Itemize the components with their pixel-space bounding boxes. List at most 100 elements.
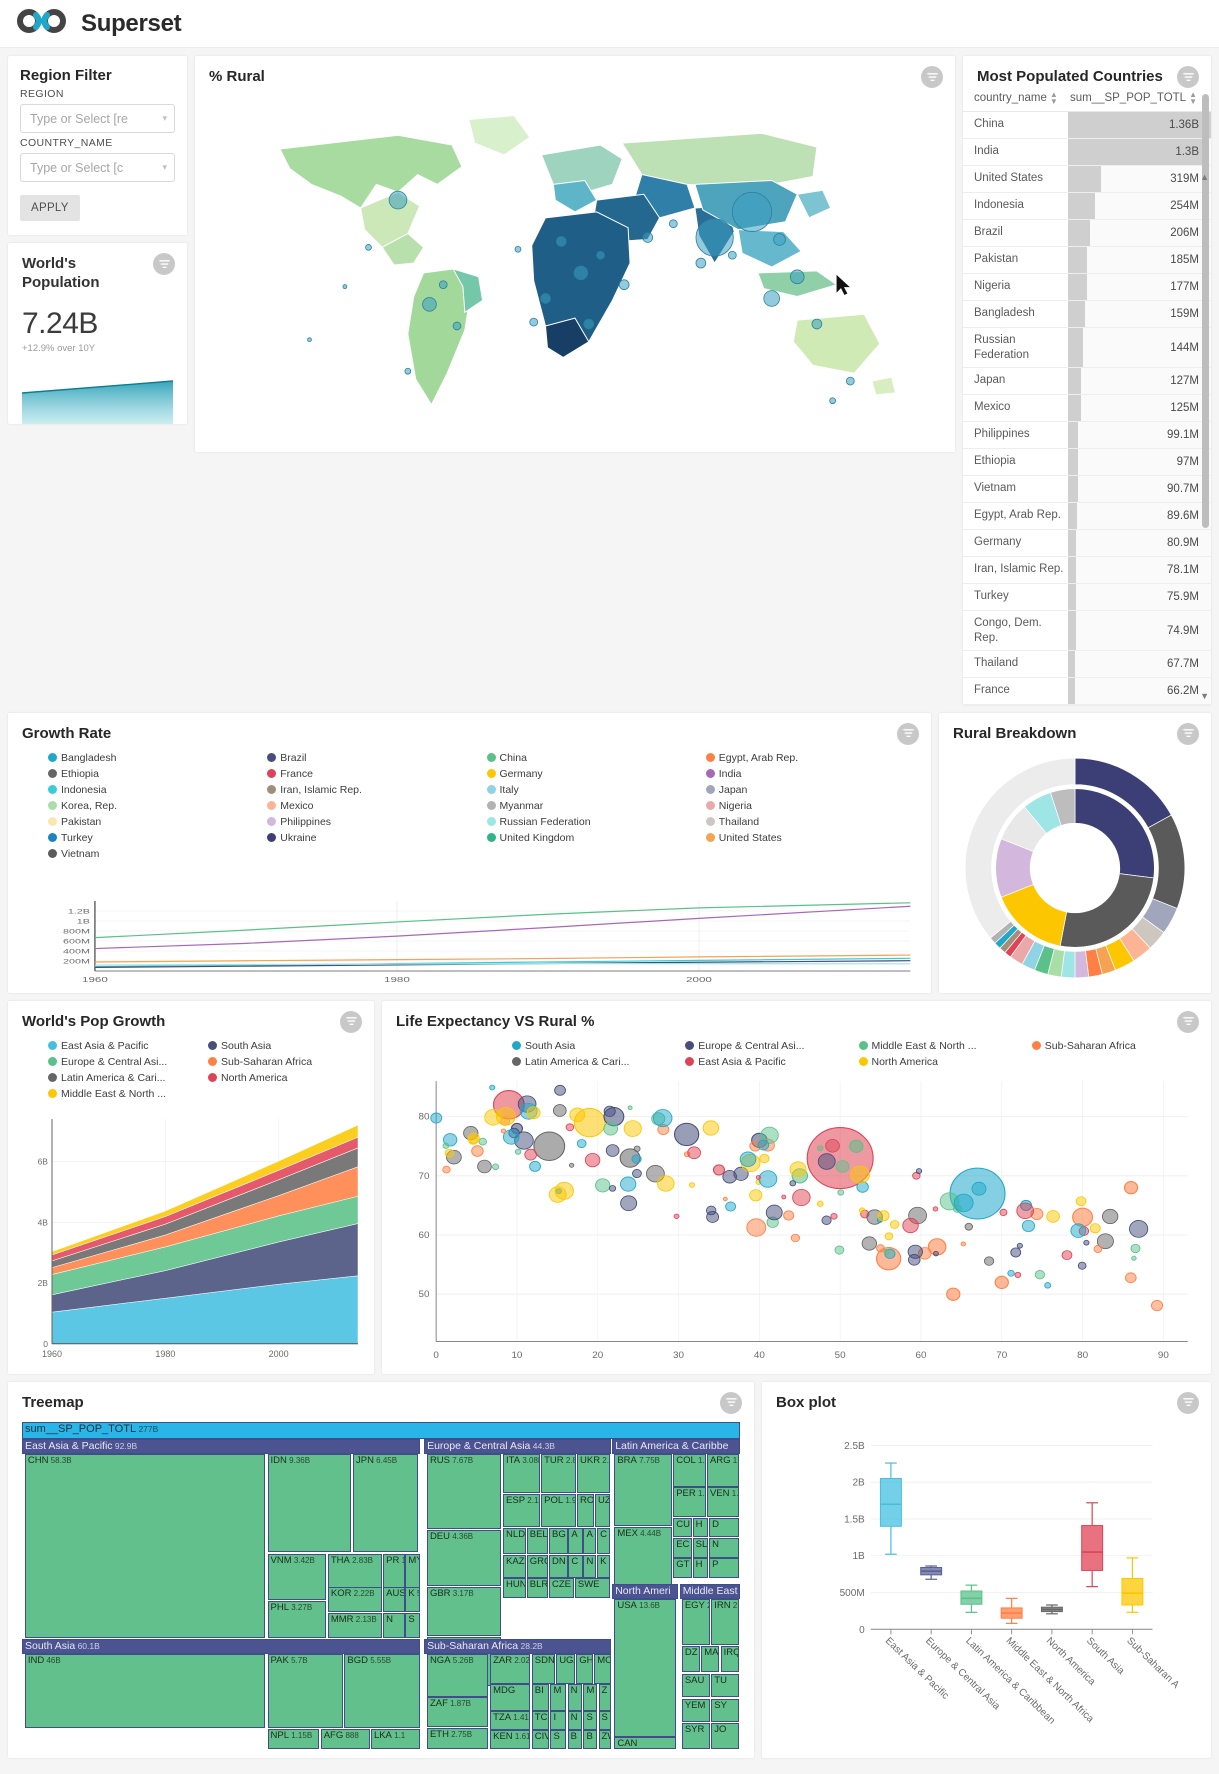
treemap-leaf[interactable]: CIV bbox=[531, 1730, 549, 1750]
treemap-leaf[interactable]: MO bbox=[594, 1654, 611, 1684]
growth-rate-legend[interactable]: Bangladesh Brazil China Egypt, Arab Rep. Eth… bbox=[8, 746, 931, 864]
treemap-leaf[interactable]: SL bbox=[692, 1537, 709, 1558]
legend-item[interactable]: South Asia bbox=[208, 1040, 368, 1052]
legend-item[interactable]: South Asia bbox=[512, 1040, 685, 1052]
legend-item[interactable]: Myanmar bbox=[486, 800, 706, 812]
treemap-leaf[interactable]: CZE bbox=[549, 1578, 575, 1598]
treemap-region[interactable]: North Ameri bbox=[612, 1584, 679, 1599]
treemap-leaf[interactable]: TC bbox=[531, 1711, 549, 1730]
filter-icon[interactable] bbox=[720, 1391, 742, 1414]
legend-item[interactable]: Italy bbox=[486, 784, 706, 796]
box-plot-chart[interactable]: 0 500M 1B 1.5B 2B 2.5B East Asia & Pacific Euro… bbox=[776, 1428, 1197, 1750]
legend-item[interactable]: Pakistan bbox=[48, 816, 267, 828]
table-row[interactable]: Ethiopia 97M bbox=[963, 449, 1211, 477]
legend-item[interactable]: Japan bbox=[705, 784, 925, 796]
treemap-leaf[interactable]: KOR 2.22B bbox=[327, 1587, 382, 1613]
treemap-leaf[interactable]: USA 13.6B bbox=[614, 1598, 677, 1737]
treemap-region[interactable]: Latin America & Caribbe bbox=[612, 1438, 740, 1454]
treemap-leaf[interactable]: VNM 3.42B bbox=[267, 1553, 327, 1600]
legend-item[interactable]: Sub-Saharan Africa bbox=[1031, 1040, 1205, 1052]
treemap-leaf[interactable]: N bbox=[709, 1537, 739, 1558]
treemap-region[interactable]: Europe & Central Asia 44.3B bbox=[424, 1438, 611, 1454]
table-row[interactable]: China 1.36B bbox=[963, 112, 1211, 140]
treemap-leaf[interactable]: D bbox=[709, 1517, 739, 1538]
treemap-leaf[interactable]: S bbox=[598, 1711, 611, 1730]
treemap-leaf[interactable]: KAZ 797 bbox=[503, 1554, 527, 1578]
legend-item[interactable]: Middle East & North ... bbox=[858, 1040, 1032, 1052]
region-select[interactable]: Type or Select [re ▾ bbox=[20, 104, 175, 133]
treemap-leaf[interactable]: EGY 2.97B bbox=[681, 1598, 710, 1645]
treemap-leaf[interactable]: ITA 3.08B bbox=[503, 1454, 540, 1494]
treemap-leaf[interactable]: ZAF 1.87B bbox=[426, 1697, 488, 1727]
treemap-leaf[interactable]: BGD 5.55B bbox=[344, 1654, 420, 1728]
table-row[interactable]: France 66.2M bbox=[963, 677, 1211, 705]
treemap-leaf[interactable]: A bbox=[568, 1527, 583, 1555]
table-row[interactable]: Brazil 206M bbox=[963, 220, 1211, 248]
legend-item[interactable]: Latin America & Cari... bbox=[512, 1056, 685, 1068]
treemap-leaf[interactable]: GBR 3.17B bbox=[426, 1586, 501, 1637]
legend-item[interactable]: Nigeria bbox=[705, 800, 925, 812]
treemap-leaf[interactable]: RO 1.17 bbox=[577, 1494, 595, 1528]
legend-item[interactable]: Iran, Islamic Rep. bbox=[267, 784, 486, 796]
treemap-leaf[interactable]: SY bbox=[711, 1698, 739, 1722]
legend-item[interactable]: Brazil bbox=[267, 752, 486, 764]
legend-item[interactable]: North America bbox=[858, 1056, 1032, 1068]
table-row[interactable]: United States 319M bbox=[963, 166, 1211, 194]
treemap-leaf[interactable]: DN bbox=[549, 1554, 568, 1578]
legend-item[interactable]: Egypt, Arab Rep. bbox=[705, 752, 925, 764]
legend-item[interactable]: East Asia & Pacific bbox=[685, 1056, 858, 1068]
table-row[interactable]: India 1.3B bbox=[963, 139, 1211, 167]
treemap-leaf[interactable]: DZ 1.3 bbox=[681, 1646, 700, 1673]
table-row[interactable]: Japan 127M bbox=[963, 368, 1211, 396]
treemap-region[interactable]: Middle East bbox=[679, 1584, 740, 1599]
rural-breakdown-donut[interactable] bbox=[945, 751, 1205, 985]
treemap-leaf[interactable]: K bbox=[597, 1554, 611, 1578]
legend-item[interactable]: France bbox=[267, 768, 486, 780]
legend-item[interactable]: China bbox=[486, 752, 706, 764]
table-row[interactable]: Indonesia 254M bbox=[963, 193, 1211, 221]
legend-item[interactable]: Korea, Rep. bbox=[48, 800, 267, 812]
treemap-region[interactable]: South Asia 60.1B bbox=[22, 1639, 421, 1655]
table-row[interactable]: Russian Federation 144M bbox=[963, 328, 1211, 369]
treemap-leaf[interactable]: BI bbox=[531, 1684, 549, 1711]
treemap-leaf[interactable]: N bbox=[383, 1612, 405, 1638]
treemap-leaf[interactable]: I bbox=[550, 1711, 567, 1730]
treemap-leaf[interactable]: CAN bbox=[614, 1737, 677, 1750]
treemap-leaf[interactable]: TUR 2.81B bbox=[541, 1454, 576, 1494]
treemap-leaf[interactable]: UZ 1.0 bbox=[594, 1494, 611, 1528]
treemap-leaf[interactable]: PER 1.12B bbox=[673, 1487, 707, 1517]
treemap-leaf[interactable]: DEU 4.36B bbox=[426, 1530, 501, 1587]
pop-growth-legend[interactable]: East Asia & Pacific South Asia Europe & Ce… bbox=[8, 1034, 374, 1104]
treemap-leaf[interactable]: POL 1.98B bbox=[541, 1494, 576, 1528]
treemap-leaf[interactable]: H bbox=[692, 1558, 709, 1578]
treemap-root[interactable]: sum__SP_POP_TOTL 277B bbox=[22, 1421, 740, 1439]
scroll-up-icon[interactable]: ▲ bbox=[1200, 172, 1209, 182]
legend-item[interactable]: East Asia & Pacific bbox=[48, 1040, 208, 1052]
life-expectancy-legend[interactable]: South Asia Europe & Central Asi... Middle … bbox=[382, 1034, 1211, 1072]
treemap-leaf[interactable]: H bbox=[692, 1517, 709, 1538]
treemap-leaf[interactable]: IDN 9.36B bbox=[267, 1454, 351, 1553]
table-row[interactable]: Thailand 67.7M bbox=[963, 650, 1211, 678]
table-row[interactable]: Vietnam 90.7M bbox=[963, 476, 1211, 504]
treemap-leaf[interactable]: MDG bbox=[490, 1684, 530, 1711]
treemap-leaf[interactable]: BG 44 bbox=[549, 1527, 568, 1555]
filter-icon[interactable] bbox=[1177, 1010, 1199, 1033]
legend-item[interactable]: Ukraine bbox=[267, 832, 486, 844]
apply-button[interactable]: APPLY bbox=[20, 195, 80, 221]
treemap-leaf[interactable]: MA 1.26 bbox=[701, 1646, 720, 1673]
treemap-leaf[interactable]: SDN 1.12 bbox=[531, 1654, 555, 1684]
legend-item[interactable]: Mexico bbox=[267, 800, 486, 812]
treemap-leaf[interactable]: IRN 2.72B bbox=[711, 1598, 739, 1645]
treemap-leaf[interactable]: CU bbox=[673, 1517, 692, 1538]
legend-item[interactable]: Sub-Saharan Africa bbox=[208, 1056, 368, 1068]
legend-item[interactable]: Turkey bbox=[48, 832, 267, 844]
legend-item[interactable]: United Kingdom bbox=[486, 832, 706, 844]
table-row[interactable]: Germany 80.9M bbox=[963, 530, 1211, 558]
table-row[interactable]: Pakistan 185M bbox=[963, 247, 1211, 275]
table-row[interactable]: Philippines 99.1M bbox=[963, 422, 1211, 450]
scroll-down-icon[interactable]: ▼ bbox=[1200, 691, 1209, 701]
treemap-leaf[interactable]: JO bbox=[711, 1722, 739, 1750]
treemap-leaf[interactable]: GH bbox=[576, 1654, 593, 1684]
treemap-leaf[interactable]: CHN 58.3B bbox=[24, 1454, 266, 1638]
treemap-leaf[interactable]: EC bbox=[673, 1537, 692, 1558]
